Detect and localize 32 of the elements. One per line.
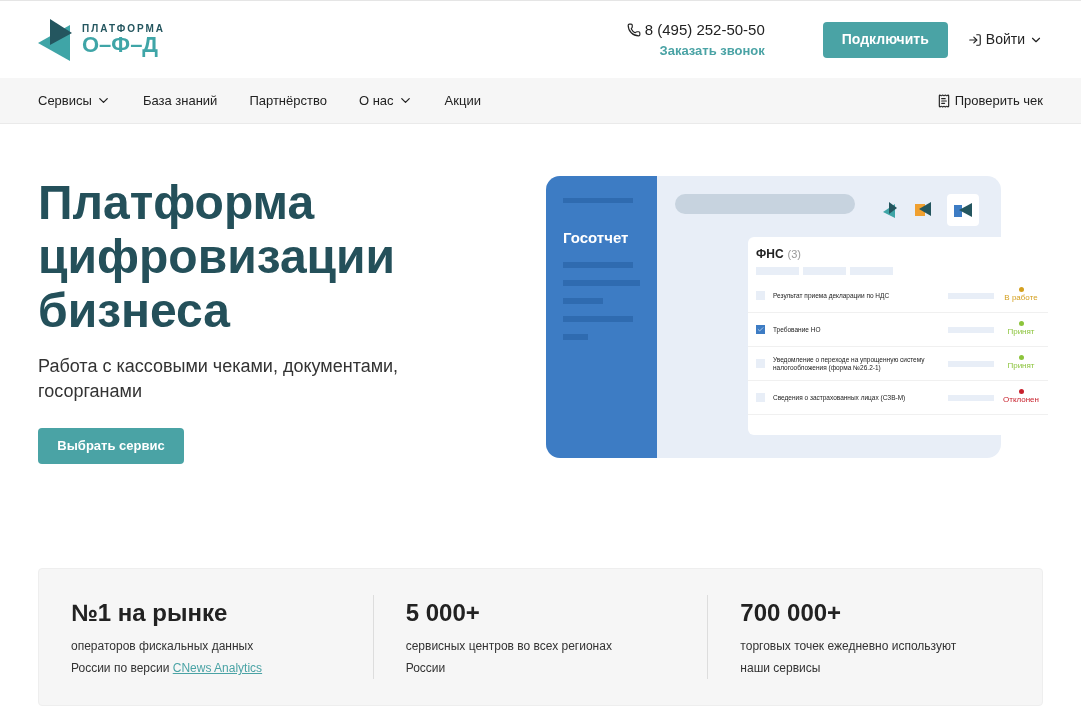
phone-number[interactable]: 8 (495) 252-50-50 [644, 18, 765, 41]
hero-title: Платформа цифровизации бизнеса [38, 176, 397, 338]
document-status: Принят [1007, 326, 1035, 338]
document-status: Принят [1007, 360, 1035, 372]
row-checkbox[interactable] [756, 325, 765, 334]
stat-description: сервисных центров во всех регионах России [405, 638, 613, 677]
logo-caption: ПЛАТФОРМА [82, 23, 166, 34]
sidebar-title: Госотчет [563, 228, 630, 248]
logo-wordmark: О–Ф–Д [82, 33, 159, 56]
nav-item[interactable]: Акции [444, 90, 481, 111]
phone-icon [626, 22, 641, 37]
receipt-icon [936, 93, 951, 108]
triangle-logo-icon [883, 202, 899, 218]
nav-item[interactable]: Партнёрство [249, 90, 327, 111]
stat-value: №1 на рынке [71, 598, 229, 628]
stat-value: 5 000+ [405, 598, 481, 628]
bar-arrow-logo-icon [954, 203, 972, 217]
stat-description: операторов фискальных данных России по версии CNews Analytics [71, 638, 264, 677]
document-status: В работе [1004, 292, 1038, 304]
stat-description: торговых точек ежедневно используют наши сервисы [740, 638, 958, 677]
check-receipt-link[interactable]: Проверить чек [936, 90, 1043, 111]
login-button[interactable]: Войти [967, 29, 1043, 50]
stat-value: 700 000+ [740, 598, 843, 628]
document-status: Отклонен [1003, 394, 1039, 406]
hero-subtitle: Работа с кассовыми чеками, документами, госорганами [38, 355, 400, 403]
nav-item[interactable]: База знаний [142, 90, 218, 111]
panel-count: (3) [787, 246, 802, 262]
panel-title: ФНС [756, 246, 784, 263]
login-icon [967, 32, 982, 47]
nav-item[interactable]: О нас [358, 90, 413, 111]
nav-item[interactable]: Сервисы [38, 90, 111, 111]
square-arrow-logo-icon [915, 202, 931, 216]
